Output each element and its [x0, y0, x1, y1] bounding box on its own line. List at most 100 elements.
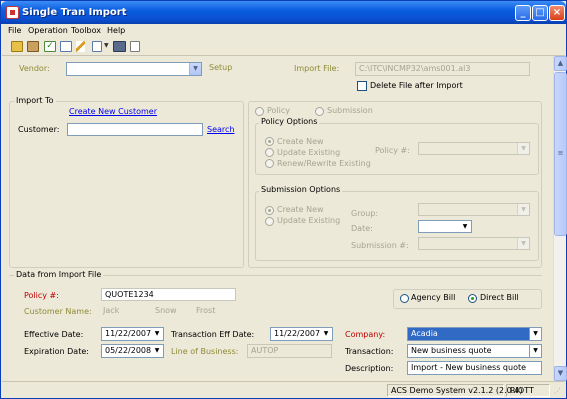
submission-options-title: Submission Options: [259, 185, 343, 194]
customer-label: Customer:: [18, 125, 60, 134]
expiration-date-label: Expiration Date:: [24, 347, 89, 356]
create-new-customer-link[interactable]: Create New Customer: [69, 107, 157, 116]
policy-update-existing-label: Update Existing: [277, 148, 341, 157]
policy-renew-rewrite-radio[interactable]: [265, 159, 274, 168]
import-policy-number-field[interactable]: QUOTE1234: [101, 288, 236, 301]
minimize-button[interactable]: _: [515, 5, 531, 21]
submission-create-new-label: Create New: [277, 205, 324, 214]
chevron-down-icon[interactable]: ▼: [529, 345, 541, 357]
description-label: Description:: [345, 364, 394, 373]
scroll-up-button[interactable]: ▲: [554, 56, 567, 71]
import-to-title: Import To: [14, 96, 56, 105]
chevron-down-icon[interactable]: ▼: [517, 238, 529, 249]
import-icon[interactable]: [60, 41, 72, 52]
toolbar: ✓ ▼: [2, 38, 565, 56]
application-window: Single Tran Import _ □ × File Operation …: [0, 0, 567, 399]
transaction-eff-date-picker[interactable]: 11/22/2007 ▼: [270, 327, 333, 341]
chevron-down-icon[interactable]: ▼: [151, 345, 163, 357]
data-from-file-title: Data from Import File: [14, 270, 104, 279]
window-title: Single Tran Import: [22, 7, 127, 18]
scroll-down-button[interactable]: ▼: [554, 366, 567, 381]
company-select[interactable]: Acadia ▼: [407, 327, 542, 341]
submission-create-new-radio[interactable]: [265, 206, 274, 215]
menu-file[interactable]: File: [8, 26, 21, 35]
maximize-button[interactable]: □: [532, 5, 548, 21]
chevron-down-icon[interactable]: ▼: [189, 63, 201, 75]
menu-help[interactable]: Help: [107, 26, 125, 35]
app-icon: [6, 6, 19, 19]
menu-toolbox[interactable]: Toolbox: [71, 26, 101, 35]
line-of-business-field[interactable]: AUTOP: [247, 344, 332, 358]
policy-number-label: Policy #:: [375, 146, 410, 155]
customer-first-name: Jack: [103, 306, 120, 315]
policy-create-new-label: Create New: [277, 137, 324, 146]
chevron-down-icon[interactable]: ▼: [320, 328, 332, 340]
chevron-down-icon[interactable]: ▼: [151, 328, 163, 340]
expiration-date-picker[interactable]: 05/22/2008 ▼: [101, 344, 164, 358]
vendor-select[interactable]: ▼: [66, 62, 202, 76]
import-file-field[interactable]: C:\ITC\INCMP32\ams001.al3: [355, 62, 530, 76]
pencil-icon[interactable]: [76, 41, 85, 52]
submission-options-group: [255, 191, 539, 261]
chevron-down-icon[interactable]: ▼: [529, 328, 541, 340]
agency-bill-radio[interactable]: [400, 294, 409, 303]
effective-date-picker[interactable]: 11/22/2007 ▼: [101, 327, 164, 341]
submission-update-existing-radio[interactable]: [265, 217, 274, 226]
check-icon[interactable]: ✓: [44, 41, 56, 52]
resize-grip-icon[interactable]: ⋰: [554, 387, 561, 395]
document-icon[interactable]: [92, 41, 102, 52]
vendor-label: Vendor:: [19, 64, 50, 73]
agency-bill-label: Agency Bill: [411, 293, 456, 302]
status-system: ACS Demo System v2.1.2 (2.0.4): [387, 384, 522, 397]
submission-update-existing-label: Update Existing: [277, 216, 341, 225]
direct-bill-label: Direct Bill: [480, 293, 519, 302]
menu-operation[interactable]: Operation: [28, 26, 68, 35]
customer-last-name: Snow: [155, 306, 177, 315]
binoculars-icon[interactable]: [113, 41, 126, 52]
description-field[interactable]: Import - New business quote: [407, 361, 542, 375]
date-label: Date:: [351, 224, 373, 233]
dropdown-arrow-icon[interactable]: ▼: [104, 42, 109, 49]
chevron-down-icon[interactable]: ▼: [517, 143, 529, 154]
transaction-select[interactable]: New business quote ▼: [407, 344, 542, 358]
direct-bill-radio[interactable]: [468, 294, 477, 303]
submission-radio[interactable]: [315, 107, 324, 116]
title-bar[interactable]: Single Tran Import _ □ ×: [1, 1, 566, 24]
effective-date-label: Effective Date:: [24, 330, 84, 339]
submission-date-picker[interactable]: ▼: [418, 220, 472, 233]
menu-bar: File Operation Toolbox Help: [2, 24, 565, 38]
delete-file-checkbox[interactable]: [357, 81, 367, 91]
company-label: Company:: [345, 330, 386, 339]
scroll-thumb[interactable]: ≡: [554, 72, 567, 236]
policy-renew-rewrite-label: Renew/Rewrite Existing: [277, 159, 371, 168]
customer-name-fields: Jack Snow Frost: [101, 305, 236, 318]
status-user: RIOTT: [506, 384, 550, 397]
page-icon[interactable]: [130, 41, 140, 52]
policy-update-existing-radio[interactable]: [265, 148, 274, 157]
import-policy-number-label: Policy #:: [24, 291, 59, 300]
open-folder-icon[interactable]: [11, 41, 23, 52]
vertical-scrollbar[interactable]: ▲ ≡ ▼: [553, 56, 567, 381]
chevron-down-icon[interactable]: ▼: [517, 204, 529, 215]
setup-link[interactable]: Setup: [209, 63, 232, 72]
customer-input[interactable]: [67, 123, 203, 136]
close-button[interactable]: ×: [549, 5, 565, 21]
chevron-down-icon[interactable]: ▼: [459, 221, 471, 232]
transaction-label: Transaction:: [345, 347, 394, 356]
policy-options-title: Policy Options: [259, 117, 320, 126]
search-link[interactable]: Search: [207, 125, 234, 134]
submission-radio-label: Submission: [327, 106, 373, 115]
policy-create-new-radio[interactable]: [265, 137, 274, 146]
clipboard-icon[interactable]: [27, 41, 39, 52]
submission-number-label: Submission #:: [351, 241, 409, 250]
customer-name-label: Customer Name:: [24, 307, 92, 316]
line-of-business-label: Line of Business:: [171, 347, 239, 356]
group-select[interactable]: ▼: [418, 203, 530, 216]
policy-number-select[interactable]: ▼: [418, 142, 530, 155]
customer-city: Frost: [196, 306, 216, 315]
transaction-eff-date-label: Transaction Eff Date:: [171, 330, 255, 339]
import-file-label: Import File:: [294, 64, 340, 73]
status-bar: ACS Demo System v2.1.2 (2.0.4) RIOTT ⋰: [2, 381, 565, 398]
policy-radio[interactable]: [255, 107, 264, 116]
submission-number-select[interactable]: ▼: [418, 237, 530, 250]
